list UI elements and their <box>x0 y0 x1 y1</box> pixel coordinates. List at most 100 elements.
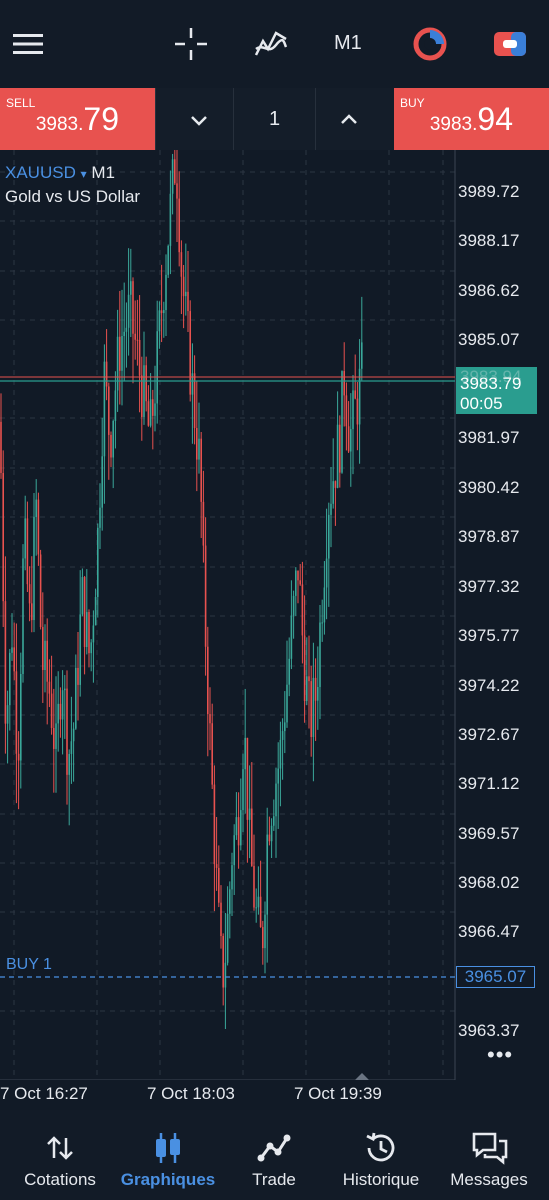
candle-body <box>185 291 187 297</box>
candle-body <box>209 714 211 724</box>
timeframe-button[interactable]: M1 <box>334 32 362 55</box>
nav-trade[interactable]: Trade <box>226 1110 322 1200</box>
more-options-icon[interactable]: ••• <box>487 1042 513 1068</box>
candle-body <box>218 867 220 903</box>
candle-body <box>299 580 301 585</box>
candle-body <box>105 361 108 387</box>
nav-messages[interactable]: Messages <box>437 1110 541 1200</box>
price-tick-label: 3974.22 <box>458 676 520 695</box>
crosshair-icon[interactable] <box>169 22 213 66</box>
chart-shift-marker <box>355 1073 369 1080</box>
nav-historique[interactable]: Historique <box>330 1110 432 1200</box>
nav-cotations[interactable]: Cotations <box>10 1110 110 1200</box>
candle-body <box>202 501 205 546</box>
candle-body <box>72 728 75 742</box>
sell-price: 3983.79 <box>35 101 119 137</box>
candle-body <box>345 395 348 427</box>
candle-body <box>152 399 154 416</box>
candle-body <box>53 727 55 749</box>
buy-label: BUY <box>400 96 425 110</box>
candle-body <box>352 390 354 430</box>
volume-increase-icon[interactable] <box>335 106 363 134</box>
candle-body <box>180 252 183 277</box>
candle-body <box>266 834 268 915</box>
candle-body <box>163 310 165 314</box>
one-click-trading-icon[interactable] <box>408 22 452 66</box>
candle-body <box>165 274 167 311</box>
candle-body <box>79 614 81 685</box>
candle-body <box>242 769 244 811</box>
price-tick-label: 3971.12 <box>458 774 520 793</box>
chart-symbol[interactable]: XAUUSD ▾ M1 <box>5 163 115 183</box>
buy-button[interactable]: BUY 3983.94 <box>394 88 549 150</box>
candle-body <box>314 677 317 701</box>
candle-body <box>286 684 288 723</box>
candle-body <box>86 612 88 648</box>
candle-body <box>270 825 273 842</box>
price-tick-label: 3966.47 <box>458 922 520 941</box>
candle-body <box>178 198 180 253</box>
candle-body <box>288 658 290 685</box>
candle-body <box>24 518 26 559</box>
candle-body <box>92 625 95 643</box>
price-tick-label: 3975.77 <box>458 626 520 645</box>
candle-body <box>235 817 238 836</box>
candle-body <box>2 472 4 602</box>
candle-body <box>0 421 2 473</box>
messages-icon <box>471 1130 508 1166</box>
candle-body <box>215 864 218 868</box>
candle-body <box>191 373 194 395</box>
candle-body <box>312 677 315 738</box>
candle-body <box>101 456 103 508</box>
candle-body <box>253 865 255 908</box>
candle-body <box>262 927 264 949</box>
symbol-description: Gold vs US Dollar <box>5 187 141 206</box>
candle-body <box>361 342 363 369</box>
candle-body <box>88 612 90 654</box>
candle-body <box>149 399 152 426</box>
candle-body <box>204 545 207 647</box>
candle-body <box>246 737 249 820</box>
price-tick-label: 3968.02 <box>458 873 520 892</box>
candle-body <box>64 688 66 691</box>
candle-body <box>57 703 59 724</box>
candle-body <box>44 640 46 671</box>
candle-body <box>310 681 312 738</box>
candle-body <box>328 514 330 559</box>
indicators-icon[interactable] <box>249 22 293 66</box>
price-tick-label: 3969.57 <box>458 824 520 843</box>
sell-button[interactable]: SELL 3983.79 <box>0 88 155 150</box>
candle-body <box>127 294 130 328</box>
candle-body <box>145 365 147 402</box>
candle-body <box>200 438 202 502</box>
candle-body <box>103 361 106 457</box>
candle-body <box>290 615 293 659</box>
current-price-label: 3983.79 <box>460 374 522 393</box>
candle-body <box>4 601 7 724</box>
candle-body <box>42 627 44 671</box>
menu-icon[interactable] <box>6 22 50 66</box>
candle-body <box>39 554 42 628</box>
candle-body <box>220 902 222 936</box>
order-price-tag[interactable]: 3965.07 <box>456 966 535 988</box>
candle-body <box>50 693 53 728</box>
price-tick-label: 3988.17 <box>458 231 520 250</box>
trade-toggle-icon[interactable] <box>488 22 532 66</box>
candle-body <box>306 676 308 701</box>
candle-body <box>136 339 139 341</box>
candle-body <box>308 676 310 682</box>
candle-body <box>330 503 332 515</box>
order-label[interactable]: BUY 1 <box>6 956 52 974</box>
candle-body <box>268 834 271 842</box>
volume-control: 1 <box>155 88 394 150</box>
candle-body <box>81 577 84 615</box>
candle-body <box>99 507 101 528</box>
candle-body <box>167 245 169 275</box>
buy-price: 3983.94 <box>429 101 513 137</box>
candle-body <box>347 426 350 452</box>
price-tick-label: 3980.42 <box>458 478 520 497</box>
candle-body <box>160 310 163 314</box>
candle-body <box>138 340 141 376</box>
candle-body <box>292 595 295 616</box>
nav-graphiques[interactable]: Graphiques <box>112 1110 224 1200</box>
